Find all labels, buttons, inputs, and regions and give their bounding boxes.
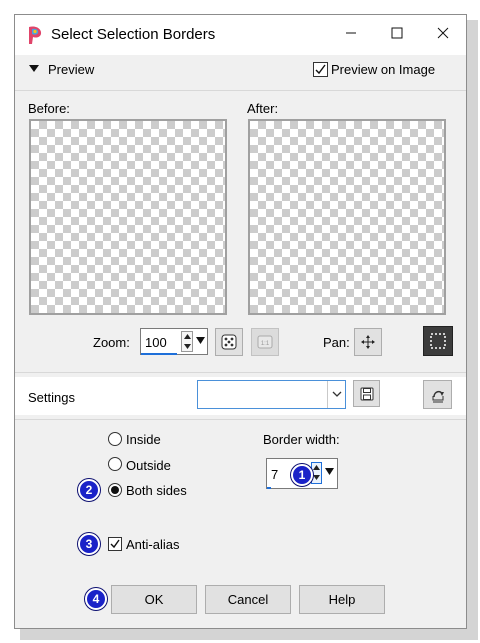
pan-label: Pan: <box>323 335 350 350</box>
border-width-label: Border width: <box>263 432 340 447</box>
cancel-button[interactable]: Cancel <box>205 585 291 614</box>
close-button[interactable] <box>420 15 466 55</box>
zoom-value: 100 <box>145 335 167 350</box>
border-width-value: 7 <box>271 467 279 482</box>
actual-size-button[interactable]: 1:1 <box>251 328 279 356</box>
reset-button[interactable] <box>423 380 452 409</box>
ok-button[interactable]: OK <box>111 585 197 614</box>
save-preset-button[interactable] <box>353 380 380 407</box>
zoom-stepper[interactable] <box>181 331 193 352</box>
before-label: Before: <box>28 101 70 116</box>
before-preview-pane[interactable] <box>29 119 227 315</box>
maximize-icon <box>391 27 403 39</box>
preview-on-image-checkbox[interactable] <box>313 62 328 77</box>
show-selection-button[interactable] <box>423 326 453 356</box>
check-icon <box>110 539 120 549</box>
preset-dropdown[interactable] <box>197 380 346 409</box>
pan-button[interactable] <box>354 328 382 356</box>
anti-alias-checkbox[interactable] <box>108 537 122 551</box>
preview-on-image-label: Preview on Image <box>331 62 436 77</box>
collapse-triangle-icon[interactable] <box>29 65 39 73</box>
after-label: After: <box>247 101 279 116</box>
annotation-badge-2: 2 <box>78 479 100 501</box>
divider <box>15 419 466 420</box>
chevron-down-icon[interactable] <box>332 391 342 398</box>
both-sides-radio[interactable] <box>108 483 122 497</box>
preview-section-label[interactable]: Preview <box>48 62 94 77</box>
zoom-to-fit-button[interactable] <box>215 328 243 356</box>
selection-marquee-icon <box>430 333 446 349</box>
zoom-underline <box>141 353 177 355</box>
dice-icon <box>221 334 237 350</box>
minimize-button[interactable] <box>328 15 374 55</box>
dropdown-divider <box>327 381 328 408</box>
annotation-badge-4: 4 <box>85 588 107 610</box>
move-icon <box>361 335 375 349</box>
save-icon <box>360 387 373 400</box>
up-arrow-icon[interactable] <box>184 334 191 340</box>
down-arrow-icon[interactable] <box>313 475 320 481</box>
inside-label: Inside <box>126 432 161 447</box>
anti-alias-label: Anti-alias <box>126 537 180 552</box>
both-sides-label: Both sides <box>126 483 187 498</box>
border-width-underline <box>267 487 271 489</box>
up-arrow-icon[interactable] <box>313 465 320 471</box>
down-arrow-icon[interactable] <box>184 344 191 350</box>
divider <box>15 90 466 91</box>
inside-radio[interactable] <box>108 432 122 446</box>
close-icon <box>437 27 449 39</box>
dialog-window: Select Selection Borders Preview Preview… <box>14 14 467 629</box>
settings-label: Settings <box>28 390 75 405</box>
help-button[interactable]: Help <box>299 585 385 614</box>
svg-text:1:1: 1:1 <box>261 341 270 347</box>
window-title: Select Selection Borders <box>51 26 216 43</box>
one-to-one-icon: 1:1 <box>257 335 273 349</box>
app-icon <box>29 26 42 44</box>
outside-label: Outside <box>126 458 171 473</box>
zoom-dropdown-icon[interactable] <box>196 337 205 345</box>
annotation-badge-1: 1 <box>291 464 313 486</box>
reset-icon <box>432 390 444 402</box>
maximize-button[interactable] <box>374 15 420 55</box>
minimize-icon <box>346 32 356 34</box>
divider <box>15 372 466 373</box>
annotation-badge-3: 3 <box>78 533 100 555</box>
outside-radio[interactable] <box>108 457 122 471</box>
zoom-label: Zoom: <box>93 335 130 350</box>
after-preview-pane[interactable] <box>248 119 446 315</box>
check-icon <box>315 64 326 75</box>
border-width-dropdown-icon[interactable] <box>325 468 334 476</box>
title-bar: Select Selection Borders <box>15 15 466 55</box>
zoom-spinner[interactable]: 100 <box>140 328 208 355</box>
